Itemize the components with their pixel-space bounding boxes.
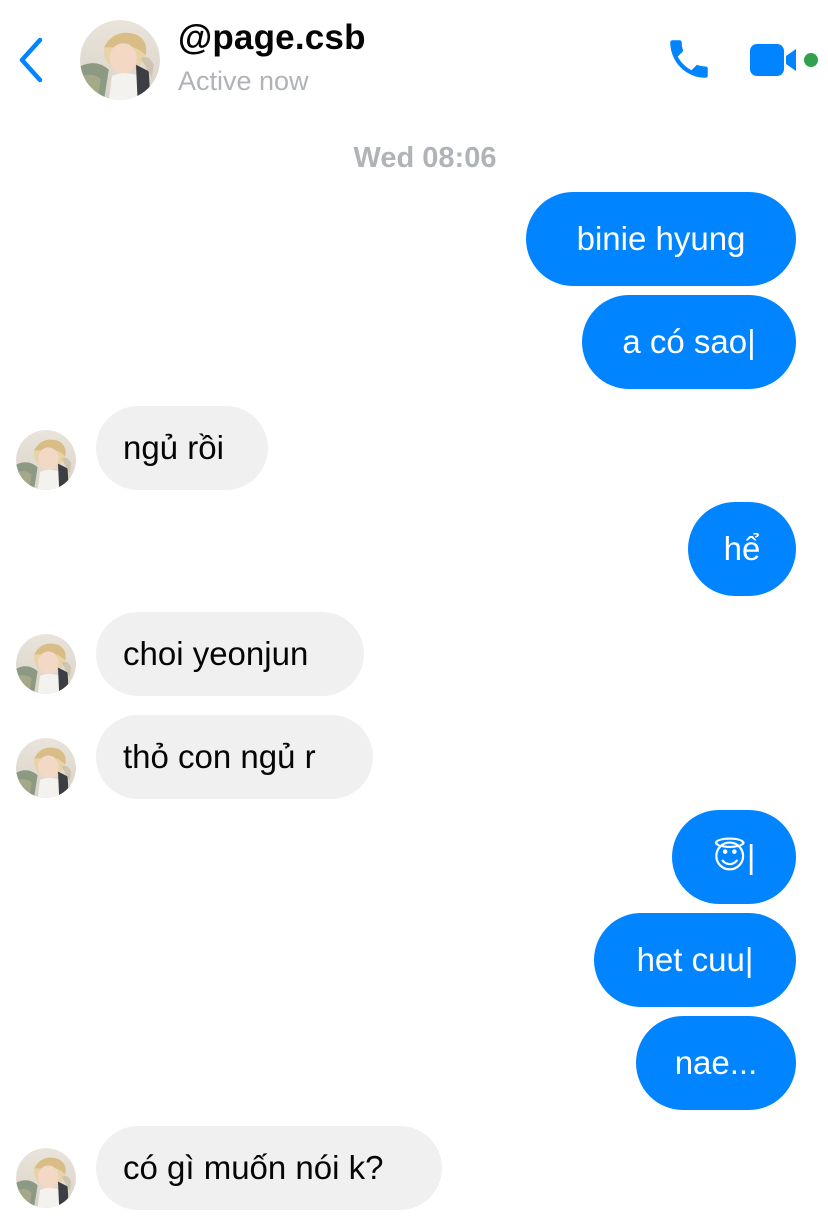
avatar[interactable] (80, 20, 160, 100)
message-bubble-incoming[interactable]: thỏ con ngủ r (96, 715, 373, 799)
contact-name[interactable]: @page.csb (178, 18, 366, 58)
chevron-left-icon (19, 37, 43, 83)
profile-photo (16, 1148, 76, 1208)
message-bubble-incoming[interactable]: có gì muốn nói k? (96, 1126, 442, 1210)
video-camera-icon (750, 44, 796, 76)
back-button[interactable] (14, 36, 48, 84)
sender-avatar[interactable] (16, 738, 76, 798)
profile-photo (16, 430, 76, 490)
phone-icon (670, 40, 708, 78)
message-bubble-outgoing[interactable]: hể (688, 502, 796, 596)
message-bubble-outgoing[interactable]: nae... (636, 1016, 796, 1110)
profile-photo (16, 634, 76, 694)
profile-photo (80, 20, 160, 100)
message-bubble-outgoing[interactable]: het cuu| (594, 913, 796, 1007)
sender-avatar[interactable] (16, 430, 76, 490)
chat-header: @page.csb Active now (0, 0, 828, 120)
video-call-button[interactable] (748, 40, 802, 80)
online-indicator (804, 53, 818, 67)
profile-photo (16, 738, 76, 798)
sender-avatar[interactable] (16, 634, 76, 694)
message-bubble-incoming[interactable]: choi yeonjun (96, 612, 364, 696)
message-bubble-outgoing[interactable]: 😇| (672, 810, 796, 904)
timestamp: Wed 08:06 (353, 142, 497, 174)
voice-call-button[interactable] (664, 34, 714, 84)
active-status: Active now (178, 66, 309, 96)
sender-avatar[interactable] (16, 1148, 76, 1208)
message-bubble-outgoing[interactable]: binie hyung (526, 192, 796, 286)
message-bubble-outgoing[interactable]: a có sao| (582, 295, 796, 389)
message-bubble-incoming[interactable]: ngủ rồi (96, 406, 268, 490)
